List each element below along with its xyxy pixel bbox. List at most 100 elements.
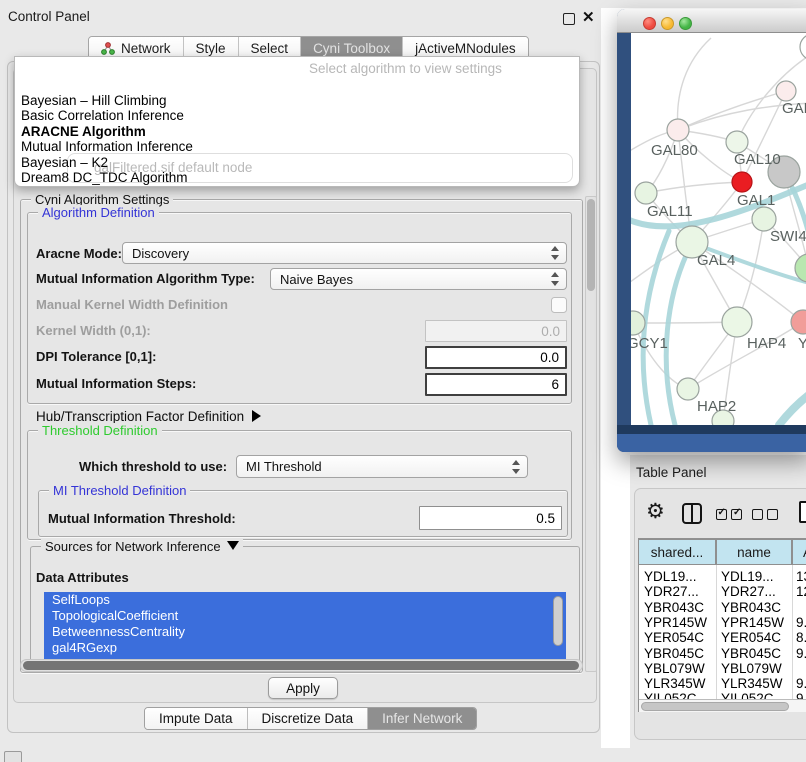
table-cell[interactable]: 9. [796,646,806,661]
table-cell[interactable]: YER054C [721,630,781,645]
combo-stepper-icon [550,272,559,286]
scrollbar-thumb[interactable] [641,702,789,711]
table-cell[interactable]: YDR27... [721,584,776,599]
mi-threshold-input[interactable] [419,506,562,530]
table-cell[interactable]: YLR345W [721,676,783,691]
panel-corner-button[interactable] [4,751,22,762]
scrollbar-thumb[interactable] [23,661,579,670]
menu-item[interactable]: Bayesian – Hill Climbing [21,93,573,108]
table-cell[interactable]: YBR043C [721,600,781,615]
select-all-icon[interactable] [716,507,742,525]
application-window: Control Panel ✕ Network Style Select Cyn… [0,0,806,762]
data-attributes-list[interactable]: SelfLoops TopologicalCoefficient Between… [44,592,566,659]
column-header[interactable]: name [716,539,792,565]
scrollbar-thumb[interactable] [587,199,595,291]
minimize-window-icon[interactable] [661,17,674,30]
svg-text:HAP2: HAP2 [697,398,736,415]
table-cell[interactable]: YPR145W [721,615,784,630]
mi-steps-label: Mutual Information Steps: [36,376,196,391]
node-hap2[interactable] [677,378,699,400]
table-cell[interactable]: YBR045C [721,646,781,661]
network-canvas[interactable]: GAL80 GAL10 GAL1 GAL11 SWI4 GAL4 GCY1 HA… [631,33,806,425]
node-gal10[interactable] [726,131,748,153]
window-border [617,425,806,434]
node-gal1[interactable] [732,172,752,192]
table-cell[interactable]: YBL079W [721,661,782,676]
aracne-mode-label: Aracne Mode: [36,246,122,261]
table-cell[interactable]: YDL19... [721,569,774,584]
tab-impute-data[interactable]: Impute Data [145,708,248,729]
svg-text:GAL4: GAL4 [697,252,735,269]
columns-icon[interactable] [682,503,702,524]
sources-title[interactable]: Sources for Network Inference [41,539,243,554]
table-cell[interactable]: 9. [796,676,806,691]
table-cell[interactable]: YDR27... [644,584,699,599]
table-cell[interactable]: YER054C [644,630,704,645]
deselect-all-icon[interactable] [752,507,778,525]
list-item[interactable]: gal4RGexp [44,640,566,656]
node-hap4[interactable] [722,307,752,337]
settings-horizontal-scrollbar[interactable] [20,659,583,672]
tab-discretize-data[interactable]: Discretize Data [248,708,369,729]
collapse-down-icon [227,541,239,550]
float-panel-icon[interactable] [563,13,575,25]
mi-threshold-definition-title: MI Threshold Definition [49,483,190,498]
table-cell[interactable]: 8. [796,630,806,645]
kernel-width-input[interactable] [425,320,567,342]
manual-kernel-checkbox[interactable] [551,297,567,313]
mi-steps-input[interactable] [425,373,567,396]
zoom-window-icon[interactable] [679,17,692,30]
control-panel-title: Control Panel [8,9,90,24]
table-cell[interactable]: 9. [796,615,806,630]
column-header[interactable]: shared... [638,539,716,565]
table-horizontal-scrollbar[interactable] [639,699,806,712]
list-item[interactable]: BetweennessCentrality [44,624,566,640]
svg-text:GAL80: GAL80 [651,142,698,159]
table-cell[interactable]: YLR345W [644,676,706,691]
algorithm-combo-placeholder: Select algorithm to view settings [309,61,502,76]
list-item[interactable]: TopologicalCoefficient [44,608,566,624]
tab-infer-network[interactable]: Infer Network [368,708,476,729]
node-gal80[interactable] [667,119,689,141]
table-cell[interactable]: YBL079W [644,661,705,676]
table-cell[interactable]: YBR043C [644,600,704,615]
svg-text:GAL11: GAL11 [647,203,693,220]
node-gal11[interactable] [635,182,657,204]
menu-item[interactable]: Mutual Information Inference [21,139,573,154]
threshold-definition-title: Threshold Definition [38,423,162,438]
column-header[interactable]: A [792,539,806,565]
close-window-icon[interactable] [643,17,656,30]
dpi-tolerance-input[interactable] [425,346,567,369]
network-tab-icon [101,42,115,55]
combo-stepper-icon [550,246,559,260]
gear-icon[interactable]: ⚙ [646,501,665,522]
table-cell[interactable]: YBR045C [644,646,704,661]
table-cell[interactable]: 13 [796,569,806,584]
attribute-list-scrollbar[interactable] [553,596,563,646]
hub-definition-toggle[interactable]: Hub/Transcription Factor Definition [36,409,261,424]
manual-kernel-label: Manual Kernel Width Definition [36,297,228,312]
table-cell[interactable]: YPR145W [644,615,707,630]
network-view-window[interactable]: GAL80 GAL10 GAL1 GAL11 SWI4 GAL4 GCY1 HA… [617,9,806,452]
close-panel-icon[interactable]: ✕ [582,8,595,26]
table-cell[interactable]: YDL19... [644,569,697,584]
menu-item[interactable]: Basic Correlation Inference [21,108,573,123]
node[interactable] [776,81,796,101]
menu-item-selected[interactable]: ARACNE Algorithm [21,124,573,139]
svg-text:Y: Y [798,335,806,352]
algorithm-dropdown-popup: Select algorithm to view settings galFil… [14,56,580,187]
menu-item[interactable]: Bayesian – K2 [21,155,573,170]
combo-stepper-icon [511,460,520,474]
settings-vertical-scrollbar[interactable] [585,196,597,672]
aracne-mode-combo[interactable]: Discovery [122,242,567,264]
mi-threshold-label: Mutual Information Threshold: [48,511,236,526]
which-threshold-combo[interactable]: MI Threshold [236,455,528,478]
table-cell[interactable]: 12 [796,584,806,599]
network-window-titlebar[interactable] [617,9,806,33]
apply-button[interactable]: Apply [268,677,338,699]
list-item[interactable]: SelfLoops [44,592,566,608]
mi-type-combo[interactable]: Naive Bayes [270,268,567,290]
menu-item[interactable]: Dream8 DC_TDC Algorithm [21,170,573,185]
node[interactable] [800,34,806,60]
document-icon[interactable] [799,501,806,523]
